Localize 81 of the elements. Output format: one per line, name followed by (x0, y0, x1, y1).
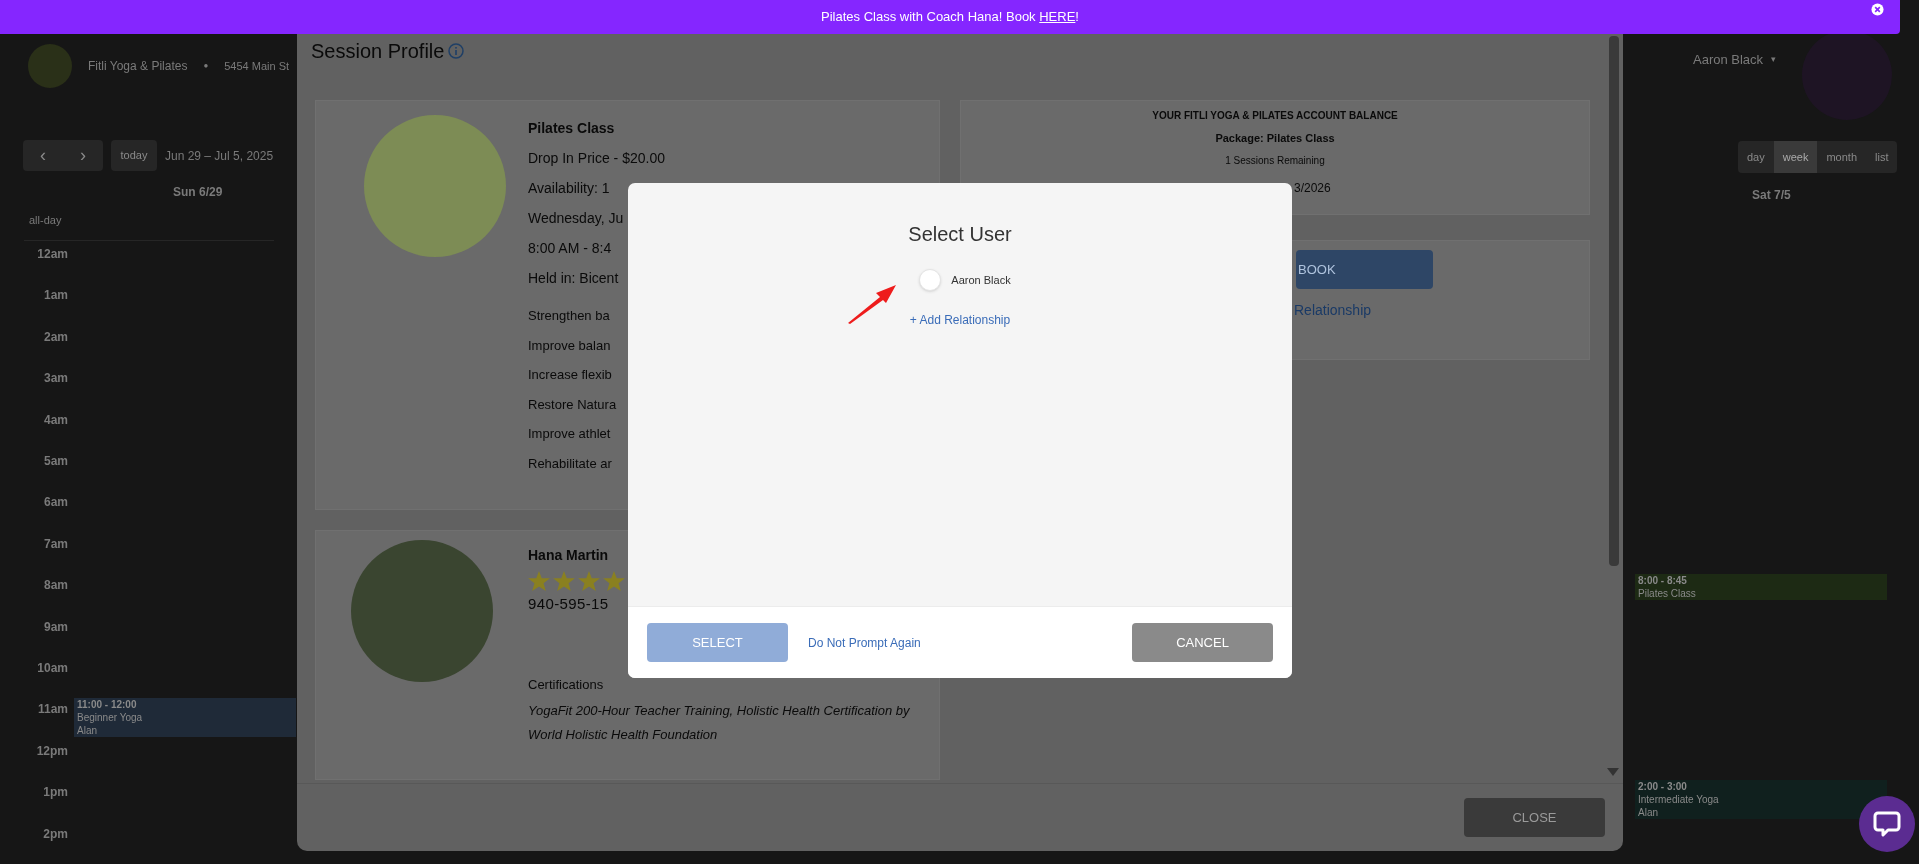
hour-label: 12pm (36, 742, 68, 760)
class-detail: Drop In Price - $20.00 (528, 149, 665, 168)
event-title: Pilates Class (1638, 587, 1697, 600)
class-detail: 8:00 AM - 8:4 (528, 239, 613, 258)
annotation-arrow (846, 283, 898, 325)
close-icon[interactable] (1871, 3, 1884, 16)
hour-label: 8am (43, 577, 68, 595)
scroll-down-icon[interactable] (1607, 768, 1619, 777)
hour-label: 1am (43, 287, 68, 305)
hour-label: 2pm (43, 825, 68, 843)
banner-text-end: ! (1075, 8, 1079, 27)
benefit-text: Strengthen ba (528, 307, 611, 325)
event-instructor: Alan (77, 724, 98, 737)
separator-dot: ● (203, 60, 209, 72)
balance-heading: YOUR FITLI YOGA & PILATES ACCOUNT BALANCE (1151, 109, 1399, 123)
next-button[interactable]: › (63, 140, 103, 171)
date-range: Jun 29 – Jul 5, 2025 (165, 147, 274, 165)
view-tab[interactable]: week (1773, 141, 1818, 173)
benefit-text: Improve athlet (528, 425, 612, 443)
event-title: Intermediate Yoga (1638, 793, 1720, 806)
studio-name: Fitli Yoga & Pilates (88, 58, 188, 75)
hour-label: 9am (43, 618, 68, 636)
trainer-name: Hana Martin (528, 546, 610, 565)
certifications-text: YogaFit 200-Hour Teacher Training, Holistic Health Certification by World Holistic Health Foundation (528, 702, 911, 744)
certifications-label: Certifications (528, 676, 605, 694)
hour-label: 6am (43, 494, 68, 512)
class-detail: Held in: Bicent (528, 269, 620, 288)
sessions-remaining: 1 Sessions Remaining (1224, 154, 1326, 168)
hour-label: 7am (43, 535, 68, 553)
hour-label: 4am (43, 411, 68, 429)
calendar-event[interactable]: 11:00 - 12:00 Beginner Yoga Alan (74, 698, 296, 737)
class-name: Pilates Class (528, 119, 616, 138)
trainer-phone: 940-595-15 (528, 594, 610, 614)
scrollbar[interactable] (1609, 36, 1619, 566)
day-header: Sun 6/29 (173, 184, 223, 201)
view-tab[interactable]: day (1738, 141, 1774, 173)
benefit-text: Restore Natura (528, 395, 618, 414)
chat-button[interactable] (1859, 796, 1915, 852)
view-tab[interactable]: list (1866, 141, 1898, 173)
cancel-button[interactable]: CANCEL (1132, 623, 1273, 662)
package-expiry: 3/2026 (1294, 180, 1331, 197)
event-time: 8:00 - 8:45 (1638, 574, 1688, 587)
calendar-event[interactable]: 8:00 - 8:45 Pilates Class (1635, 574, 1887, 600)
hour-label: 5am (43, 453, 68, 470)
benefit-text: Increase flexib (528, 366, 613, 384)
dialog-title: Select User (908, 222, 1012, 247)
today-button[interactable]: today (111, 140, 157, 171)
class-detail: Availability: 1 (528, 179, 611, 198)
event-title: Beginner Yoga (77, 711, 144, 724)
benefit-text: Rehabilitate ar (528, 454, 613, 473)
banner-text: Pilates Class with Coach Hana! Book (821, 8, 1037, 27)
studio-address: 5454 Main St (224, 58, 290, 74)
dialog-title: Session Profile (311, 39, 445, 64)
book-button[interactable]: BOOK (1296, 250, 1433, 289)
hour-label: 1pm (43, 784, 68, 802)
chat-icon (1873, 811, 1901, 837)
close-button[interactable]: CLOSE (1464, 798, 1605, 837)
info-icon[interactable] (448, 43, 465, 59)
hour-label: 11am (37, 701, 68, 719)
studio-logo (28, 44, 72, 88)
day-header: Sat 7/5 (1752, 187, 1791, 204)
hour-label: 3am (43, 370, 68, 388)
class-detail: Wednesday, Ju (528, 209, 625, 228)
do-not-prompt-link[interactable]: Do Not Prompt Again (808, 633, 921, 652)
caret-icon[interactable]: ▾ (1771, 53, 1777, 67)
event-instructor: Alan (1638, 806, 1659, 819)
user-option-label[interactable]: Aaron Black (951, 271, 1011, 289)
hour-label: 12am (37, 246, 68, 263)
radio-button[interactable] (919, 269, 942, 291)
hour-label: 10am (37, 660, 68, 677)
benefit-text: Improve balan (528, 336, 612, 355)
calendar-event[interactable]: 2:00 - 3:00 Intermediate Yoga Alan (1635, 780, 1887, 819)
all-day-label: all-day (29, 213, 62, 228)
view-tab[interactable]: month (1817, 141, 1866, 173)
hour-label: 2am (43, 328, 68, 346)
user-name[interactable]: Aaron Black (1693, 50, 1764, 70)
event-time: 11:00 - 12:00 (77, 698, 138, 711)
add-relationship-link[interactable]: + Add Relationship (909, 311, 1011, 329)
event-time: 2:00 - 3:00 (1638, 780, 1688, 793)
package-name: Package: Pilates Class (1214, 131, 1336, 146)
previous-button[interactable]: ‹ (23, 140, 63, 171)
